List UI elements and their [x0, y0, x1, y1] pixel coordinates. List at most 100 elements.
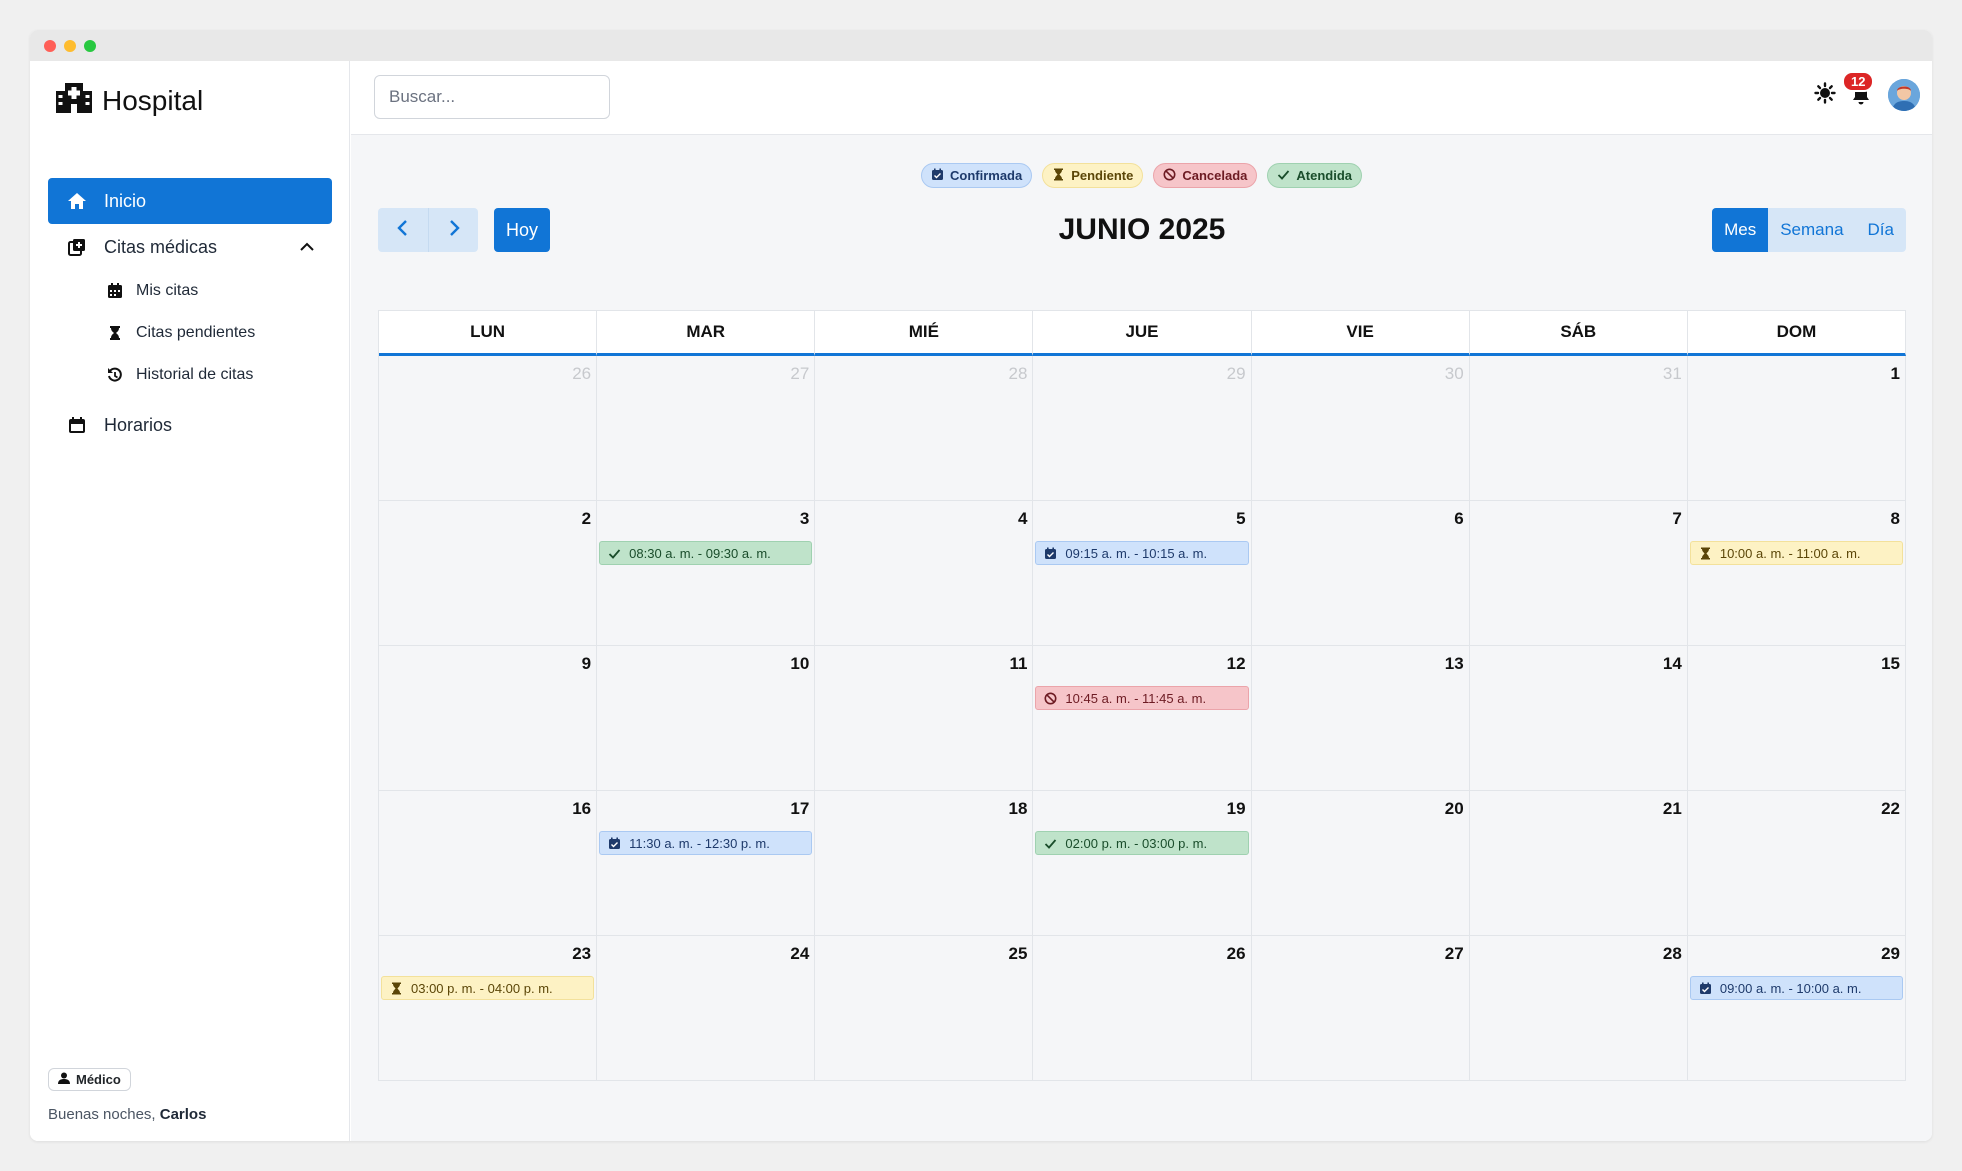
day-number[interactable]: 27	[790, 364, 809, 384]
day-number[interactable]: 4	[1018, 509, 1027, 529]
day-cell[interactable]: 27	[597, 356, 816, 501]
day-cell[interactable]: 14	[1469, 646, 1688, 791]
day-number[interactable]: 14	[1663, 654, 1682, 674]
day-cell[interactable]: 1	[1687, 356, 1906, 501]
day-number[interactable]: 7	[1672, 509, 1681, 529]
chevron-left-icon	[395, 219, 411, 242]
day-number[interactable]: 5	[1236, 509, 1245, 529]
day-number[interactable]: 15	[1881, 654, 1900, 674]
chevron-up-icon[interactable]	[298, 238, 316, 256]
day-number[interactable]: 30	[1445, 364, 1464, 384]
theme-toggle-sun-icon[interactable]	[1814, 81, 1836, 109]
day-cell[interactable]: 10	[597, 646, 816, 791]
day-number[interactable]: 12	[1227, 654, 1246, 674]
appointment-event-atendida[interactable]: 08:30 a. m. - 09:30 a. m.	[599, 541, 813, 565]
day-cell[interactable]: 3 08:30 a. m. - 09:30 a. m.	[597, 501, 816, 646]
day-number[interactable]: 13	[1445, 654, 1464, 674]
day-number[interactable]: 29	[1227, 364, 1246, 384]
sidebar-item-citas-medicas[interactable]: Citas médicas	[48, 224, 332, 270]
day-cell[interactable]: 25	[815, 936, 1034, 1081]
day-number[interactable]: 22	[1881, 799, 1900, 819]
day-cell[interactable]: 29 09:00 a. m. - 10:00 a. m.	[1687, 936, 1906, 1081]
appointment-event-confirmada[interactable]: 09:15 a. m. - 10:15 a. m.	[1035, 541, 1249, 565]
day-number[interactable]: 10	[790, 654, 809, 674]
day-cell[interactable]: 20	[1251, 791, 1470, 936]
day-cell[interactable]: 18	[815, 791, 1034, 936]
day-number[interactable]: 26	[572, 364, 591, 384]
maximize-window-button[interactable]	[84, 39, 96, 52]
notifications-button[interactable]: 12	[1842, 71, 1875, 107]
day-number[interactable]: 26	[1227, 944, 1246, 964]
day-cell[interactable]: 31	[1469, 356, 1688, 501]
day-cell[interactable]: 7	[1469, 501, 1688, 646]
sidebar-item-citas-pendientes[interactable]: Citas pendientes	[48, 312, 332, 354]
search-input[interactable]	[374, 75, 610, 119]
day-number[interactable]: 28	[1663, 944, 1682, 964]
day-cell[interactable]: 22	[1687, 791, 1906, 936]
day-cell[interactable]: 15	[1687, 646, 1906, 791]
day-cell[interactable]: 13	[1251, 646, 1470, 791]
view-week-button[interactable]: Semana	[1768, 208, 1855, 252]
day-number[interactable]: 11	[1009, 654, 1027, 674]
day-number[interactable]: 1	[1891, 364, 1900, 384]
day-cell[interactable]: 23 03:00 p. m. - 04:00 p. m.	[379, 936, 598, 1081]
day-number[interactable]: 19	[1227, 799, 1246, 819]
day-number[interactable]: 21	[1663, 799, 1682, 819]
view-day-button[interactable]: Día	[1856, 208, 1906, 252]
appointment-event-pendiente[interactable]: 03:00 p. m. - 04:00 p. m.	[381, 976, 595, 1000]
day-cell[interactable]: 19 02:00 p. m. - 03:00 p. m.	[1033, 791, 1252, 936]
close-window-button[interactable]	[44, 39, 56, 52]
day-number[interactable]: 16	[572, 799, 591, 819]
day-number[interactable]: 29	[1881, 944, 1900, 964]
day-cell[interactable]: 24	[597, 936, 816, 1081]
day-cell[interactable]: 11	[815, 646, 1034, 791]
day-cell[interactable]: 2	[379, 501, 598, 646]
day-cell[interactable]: 30	[1251, 356, 1470, 501]
day-number[interactable]: 18	[1009, 799, 1028, 819]
day-number[interactable]: 23	[572, 944, 591, 964]
day-cell[interactable]: 4	[815, 501, 1034, 646]
day-cell[interactable]: 29	[1033, 356, 1252, 501]
next-month-button[interactable]	[428, 208, 478, 252]
day-number[interactable]: 6	[1454, 509, 1463, 529]
day-number[interactable]: 28	[1009, 364, 1028, 384]
brand[interactable]: Hospital	[56, 83, 203, 118]
sidebar-item-inicio[interactable]: Inicio	[48, 178, 332, 224]
appointment-event-confirmada[interactable]: 11:30 a. m. - 12:30 p. m.	[599, 831, 813, 855]
day-number[interactable]: 27	[1445, 944, 1464, 964]
view-month-button[interactable]: Mes	[1712, 208, 1769, 252]
day-cell[interactable]: 26	[1033, 936, 1252, 1081]
day-number[interactable]: 3	[800, 509, 809, 529]
day-cell[interactable]: 5 09:15 a. m. - 10:15 a. m.	[1033, 501, 1252, 646]
day-cell[interactable]: 17 11:30 a. m. - 12:30 p. m.	[597, 791, 816, 936]
sidebar-item-historial-de-citas[interactable]: Historial de citas	[48, 354, 332, 396]
day-number[interactable]: 31	[1663, 364, 1682, 384]
day-number[interactable]: 2	[582, 509, 591, 529]
day-cell[interactable]: 26	[379, 356, 598, 501]
day-cell[interactable]: 28	[815, 356, 1034, 501]
sidebar-item-horarios[interactable]: Horarios	[48, 402, 332, 448]
minimize-window-button[interactable]	[64, 39, 76, 52]
day-cell[interactable]: 28	[1469, 936, 1688, 1081]
day-number[interactable]: 20	[1445, 799, 1464, 819]
day-cell[interactable]: 16	[379, 791, 598, 936]
appointment-event-atendida[interactable]: 02:00 p. m. - 03:00 p. m.	[1035, 831, 1249, 855]
day-cell[interactable]: 27	[1251, 936, 1470, 1081]
today-button[interactable]: Hoy	[494, 208, 551, 252]
prev-month-button[interactable]	[378, 208, 428, 252]
day-number[interactable]: 24	[790, 944, 809, 964]
day-number[interactable]: 17	[790, 799, 809, 819]
avatar[interactable]	[1888, 79, 1920, 111]
appointment-event-cancelada[interactable]: 10:45 a. m. - 11:45 a. m.	[1035, 686, 1249, 710]
sidebar-item-mis-citas[interactable]: Mis citas	[48, 270, 332, 312]
day-cell[interactable]: 8 10:00 a. m. - 11:00 a. m.	[1687, 501, 1906, 646]
day-number[interactable]: 9	[582, 654, 591, 674]
day-cell[interactable]: 12 10:45 a. m. - 11:45 a. m.	[1033, 646, 1252, 791]
day-cell[interactable]: 21	[1469, 791, 1688, 936]
day-cell[interactable]: 9	[379, 646, 598, 791]
day-cell[interactable]: 6	[1251, 501, 1470, 646]
appointment-event-pendiente[interactable]: 10:00 a. m. - 11:00 a. m.	[1689, 541, 1903, 565]
appointment-event-confirmada[interactable]: 09:00 a. m. - 10:00 a. m.	[1689, 976, 1903, 1000]
day-number[interactable]: 8	[1891, 509, 1900, 529]
day-number[interactable]: 25	[1009, 944, 1028, 964]
